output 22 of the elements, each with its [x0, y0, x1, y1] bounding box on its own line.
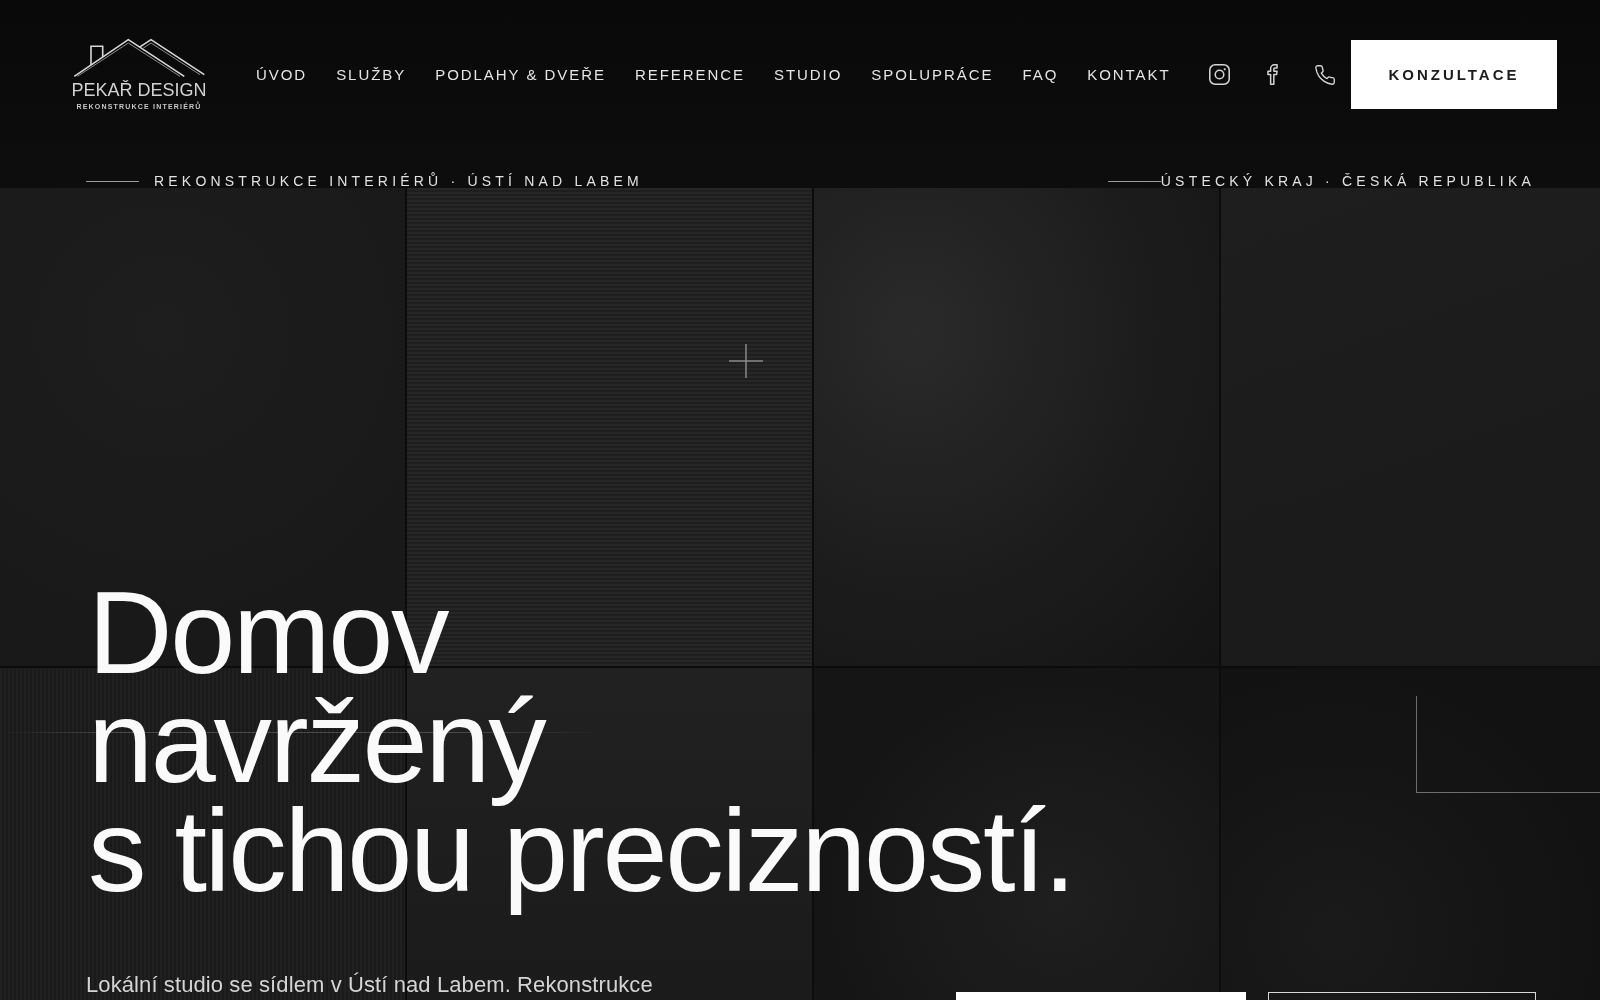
logo-name: PEKAŘ DESIGN [71, 81, 207, 99]
nav-link[interactable]: ÚVOD [256, 66, 308, 83]
hero-intro: Lokální studio se sídlem v Ústí nad Labem. Rekonstrukce [86, 972, 653, 998]
nav-link[interactable]: FAQ [1022, 66, 1059, 83]
nav-link[interactable]: REFERENCE [634, 66, 745, 83]
eyebrow-rule [86, 180, 139, 182]
nav-link[interactable]: KONTAKT [1087, 66, 1171, 83]
nav-link[interactable]: SLUŽBY [336, 66, 407, 83]
roof-logo-icon [72, 38, 206, 78]
camera-icon[interactable] [1209, 64, 1230, 85]
consultation-button[interactable]: KONZULTACE [1351, 40, 1557, 109]
eyebrow-rule [1107, 180, 1161, 182]
letter-f-icon[interactable] [1267, 64, 1278, 85]
outline-button[interactable] [1268, 992, 1536, 1000]
nav-link[interactable]: PODLAHY & DVEŘE [435, 66, 606, 83]
nav-link[interactable]: SPOLUPRÁCE [871, 66, 994, 83]
nav-link[interactable]: STUDIO [773, 66, 843, 83]
eyebrow-text: REKONSTRUKCE INTERIÉRŮ · ÚSTÍ NAD LABEM [154, 173, 643, 189]
eyebrow-text: ÚSTECKÝ KRAJ · ČESKÁ REPUBLIKA [1160, 173, 1535, 189]
plus-icon [729, 344, 763, 378]
hero-headline: Domov navržený s tichou precizností. [88, 578, 1074, 918]
phone-icon[interactable] [1315, 64, 1335, 85]
